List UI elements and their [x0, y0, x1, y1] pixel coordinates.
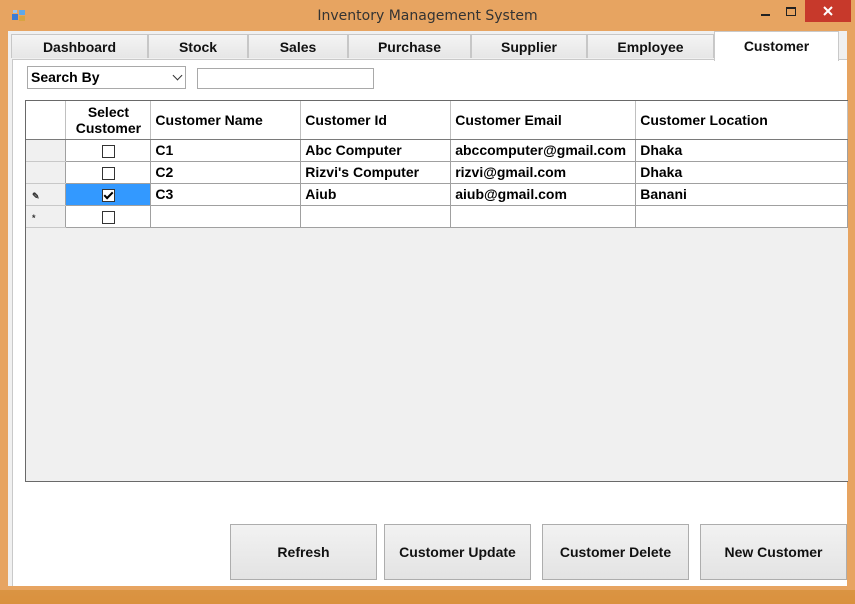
new-row-asterisk-icon: *	[32, 213, 36, 223]
client-area: Dashboard Stock Sales Purchase Supplier …	[8, 31, 848, 586]
select-checkbox[interactable]	[101, 166, 115, 180]
new-customer-button[interactable]: New Customer	[700, 524, 847, 580]
cell-customer-id[interactable]: Rizvi's Computer	[300, 161, 452, 184]
table-row[interactable]: C2 Rizvi's Computer rizvi@gmail.com Dhak…	[26, 161, 848, 184]
tab-employee[interactable]: Employee	[587, 34, 714, 58]
minimize-icon	[760, 14, 770, 16]
customer-panel: Search By Select Customer Customer Name …	[12, 59, 848, 586]
title-bar[interactable]: Inventory Management System	[0, 0, 855, 32]
cell-customer-location[interactable]	[635, 205, 848, 228]
customer-grid[interactable]: Select Customer Customer Name Customer I…	[25, 100, 848, 482]
row-header[interactable]	[26, 161, 67, 184]
window-title: Inventory Management System	[317, 8, 538, 24]
tab-purchase[interactable]: Purchase	[348, 34, 471, 58]
select-checkbox-cell[interactable]	[65, 183, 152, 206]
select-checkbox-cell[interactable]	[65, 205, 152, 228]
column-header-email[interactable]: Customer Email	[450, 101, 637, 140]
search-by-dropdown[interactable]: Search By	[27, 66, 186, 89]
customer-table: Select Customer Customer Name Customer I…	[26, 101, 848, 228]
cell-customer-id[interactable]: Aiub	[300, 183, 452, 206]
row-header[interactable]: *	[26, 205, 67, 228]
tab-sales[interactable]: Sales	[248, 34, 348, 58]
close-button[interactable]	[805, 0, 851, 22]
column-header-select[interactable]: Select Customer	[65, 101, 152, 140]
cell-customer-location[interactable]: Banani	[635, 183, 848, 206]
customer-update-button[interactable]: Customer Update	[384, 524, 531, 580]
column-header-location[interactable]: Customer Location	[635, 101, 848, 140]
pencil-icon: ✎	[32, 191, 40, 201]
select-checkbox[interactable]	[101, 144, 115, 158]
tab-strip: Dashboard Stock Sales Purchase Supplier …	[8, 31, 847, 61]
table-header-row: Select Customer Customer Name Customer I…	[26, 101, 848, 140]
tab-stock[interactable]: Stock	[148, 34, 248, 58]
select-checkbox[interactable]	[101, 188, 115, 202]
table-row[interactable]: ✎ C3 Aiub aiub@gmail.com Banani	[26, 183, 848, 206]
cell-customer-location[interactable]: Dhaka	[635, 161, 848, 184]
maximize-button[interactable]	[778, 0, 804, 22]
close-icon	[823, 6, 833, 16]
row-header[interactable]	[26, 139, 67, 162]
cell-customer-location[interactable]: Dhaka	[635, 139, 848, 162]
cell-customer-email[interactable]	[450, 205, 637, 228]
cell-customer-name[interactable]: C1	[150, 139, 302, 162]
row-header[interactable]: ✎	[26, 183, 67, 206]
cell-customer-email[interactable]: rizvi@gmail.com	[450, 161, 637, 184]
cell-customer-name[interactable]: C3	[150, 183, 302, 206]
cell-customer-name[interactable]: C2	[150, 161, 302, 184]
select-checkbox-cell[interactable]	[65, 139, 152, 162]
search-input[interactable]	[197, 68, 374, 89]
column-header-name[interactable]: Customer Name	[150, 101, 302, 140]
minimize-button[interactable]	[752, 0, 778, 22]
tab-customer[interactable]: Customer	[714, 31, 839, 61]
table-row[interactable]: C1 Abc Computer abccomputer@gmail.com Dh…	[26, 139, 848, 162]
tab-dashboard[interactable]: Dashboard	[11, 34, 148, 58]
select-checkbox[interactable]	[101, 210, 115, 224]
cell-customer-name[interactable]	[150, 205, 302, 228]
refresh-button[interactable]: Refresh	[230, 524, 377, 580]
cell-customer-email[interactable]: abccomputer@gmail.com	[450, 139, 637, 162]
search-by-label: Search By	[31, 69, 100, 85]
tab-supplier[interactable]: Supplier	[471, 34, 587, 58]
column-header-id[interactable]: Customer Id	[300, 101, 452, 140]
maximize-icon	[786, 6, 796, 16]
chevron-down-icon	[172, 70, 183, 81]
cell-customer-email[interactable]: aiub@gmail.com	[450, 183, 637, 206]
app-window: Inventory Management System Dashboard St…	[0, 0, 855, 590]
table-row[interactable]: *	[26, 205, 848, 228]
select-checkbox-cell[interactable]	[65, 161, 152, 184]
cell-customer-id[interactable]	[300, 205, 452, 228]
row-header-corner	[26, 101, 67, 140]
cell-customer-id[interactable]: Abc Computer	[300, 139, 452, 162]
customer-delete-button[interactable]: Customer Delete	[542, 524, 689, 580]
